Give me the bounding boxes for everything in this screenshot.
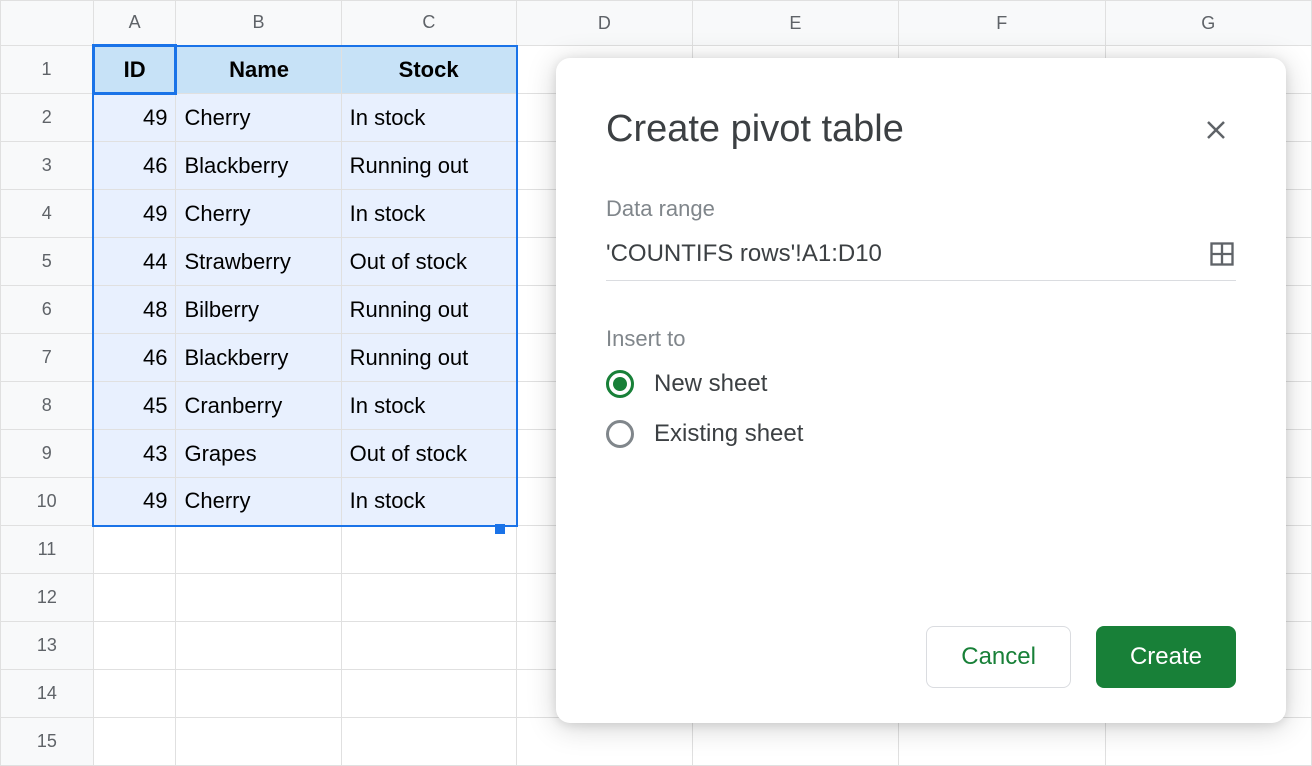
cell-C15[interactable]	[341, 718, 516, 766]
row-header-1[interactable]: 1	[1, 46, 94, 94]
cell-A8[interactable]: 45	[93, 382, 176, 430]
cell-G15[interactable]	[1105, 718, 1312, 766]
cancel-button[interactable]: Cancel	[926, 626, 1071, 688]
row-header-14[interactable]: 14	[1, 670, 94, 718]
select-range-icon[interactable]	[1208, 240, 1236, 268]
cell-C4[interactable]: In stock	[341, 190, 516, 238]
row-header-7[interactable]: 7	[1, 334, 94, 382]
cell-C7[interactable]: Running out	[341, 334, 516, 382]
cell-C9[interactable]: Out of stock	[341, 430, 516, 478]
col-header-G[interactable]: G	[1105, 1, 1312, 46]
row-header-9[interactable]: 9	[1, 430, 94, 478]
cell-A13[interactable]	[93, 622, 176, 670]
radio-unselected-icon	[606, 420, 634, 448]
cell-B13[interactable]	[176, 622, 341, 670]
cell-A3[interactable]: 46	[93, 142, 176, 190]
row-header-5[interactable]: 5	[1, 238, 94, 286]
row-header-2[interactable]: 2	[1, 94, 94, 142]
select-all-corner[interactable]	[1, 1, 94, 46]
cell-A2[interactable]: 49	[93, 94, 176, 142]
cell-A15[interactable]	[93, 718, 176, 766]
radio-existing-sheet-label: Existing sheet	[654, 420, 803, 448]
cell-A9[interactable]: 43	[93, 430, 176, 478]
row-header-10[interactable]: 10	[1, 478, 94, 526]
row-header-15[interactable]: 15	[1, 718, 94, 766]
cell-B4[interactable]: Cherry	[176, 190, 341, 238]
col-header-F[interactable]: F	[899, 1, 1105, 46]
cell-E15[interactable]	[692, 718, 898, 766]
cell-A14[interactable]	[93, 670, 176, 718]
close-icon[interactable]	[1196, 110, 1236, 150]
radio-selected-icon	[606, 370, 634, 398]
col-header-B[interactable]: B	[176, 1, 341, 46]
cell-A4[interactable]: 49	[93, 190, 176, 238]
dialog-title: Create pivot table	[606, 108, 904, 151]
cell-C11[interactable]	[341, 526, 516, 574]
cell-A6[interactable]: 48	[93, 286, 176, 334]
cell-C14[interactable]	[341, 670, 516, 718]
cell-C12[interactable]	[341, 574, 516, 622]
cell-B15[interactable]	[176, 718, 341, 766]
cell-A11[interactable]	[93, 526, 176, 574]
cell-B1[interactable]: Name	[176, 46, 341, 94]
cell-B9[interactable]: Grapes	[176, 430, 341, 478]
cell-B11[interactable]	[176, 526, 341, 574]
cell-C5[interactable]: Out of stock	[341, 238, 516, 286]
cell-C8[interactable]: In stock	[341, 382, 516, 430]
row-header-13[interactable]: 13	[1, 622, 94, 670]
insert-to-label: Insert to	[606, 326, 1236, 352]
cell-F15[interactable]	[899, 718, 1105, 766]
cell-C6[interactable]: Running out	[341, 286, 516, 334]
row-header-8[interactable]: 8	[1, 382, 94, 430]
cell-B3[interactable]: Blackberry	[176, 142, 341, 190]
cell-A10[interactable]: 49	[93, 478, 176, 526]
cell-B14[interactable]	[176, 670, 341, 718]
cell-A12[interactable]	[93, 574, 176, 622]
radio-existing-sheet[interactable]: Existing sheet	[606, 420, 1236, 448]
row-header-11[interactable]: 11	[1, 526, 94, 574]
cell-D15[interactable]	[517, 718, 692, 766]
create-pivot-table-dialog: Create pivot table Data range 'COUNTIFS …	[556, 58, 1286, 723]
cell-B6[interactable]: Bilberry	[176, 286, 341, 334]
col-header-A[interactable]: A	[93, 1, 176, 46]
cell-B10[interactable]: Cherry	[176, 478, 341, 526]
col-header-E[interactable]: E	[692, 1, 898, 46]
cell-B7[interactable]: Blackberry	[176, 334, 341, 382]
row-header-12[interactable]: 12	[1, 574, 94, 622]
cell-C10[interactable]: In stock	[341, 478, 516, 526]
selection-handle[interactable]	[495, 524, 505, 534]
radio-new-sheet[interactable]: New sheet	[606, 370, 1236, 398]
cell-B12[interactable]	[176, 574, 341, 622]
data-range-label: Data range	[606, 196, 1236, 222]
row-header-3[interactable]: 3	[1, 142, 94, 190]
col-header-C[interactable]: C	[341, 1, 516, 46]
row-header-6[interactable]: 6	[1, 286, 94, 334]
cell-C2[interactable]: In stock	[341, 94, 516, 142]
col-header-D[interactable]: D	[517, 1, 692, 46]
cell-C3[interactable]: Running out	[341, 142, 516, 190]
cell-A5[interactable]: 44	[93, 238, 176, 286]
radio-new-sheet-label: New sheet	[654, 370, 767, 398]
cell-B2[interactable]: Cherry	[176, 94, 341, 142]
row-header-4[interactable]: 4	[1, 190, 94, 238]
cell-B8[interactable]: Cranberry	[176, 382, 341, 430]
create-button[interactable]: Create	[1096, 626, 1236, 688]
cell-A7[interactable]: 46	[93, 334, 176, 382]
data-range-input[interactable]: 'COUNTIFS rows'!A1:D10	[606, 240, 882, 268]
cell-B5[interactable]: Strawberry	[176, 238, 341, 286]
cell-C1[interactable]: Stock	[341, 46, 516, 94]
cell-A1[interactable]: ID	[93, 46, 176, 94]
cell-C13[interactable]	[341, 622, 516, 670]
